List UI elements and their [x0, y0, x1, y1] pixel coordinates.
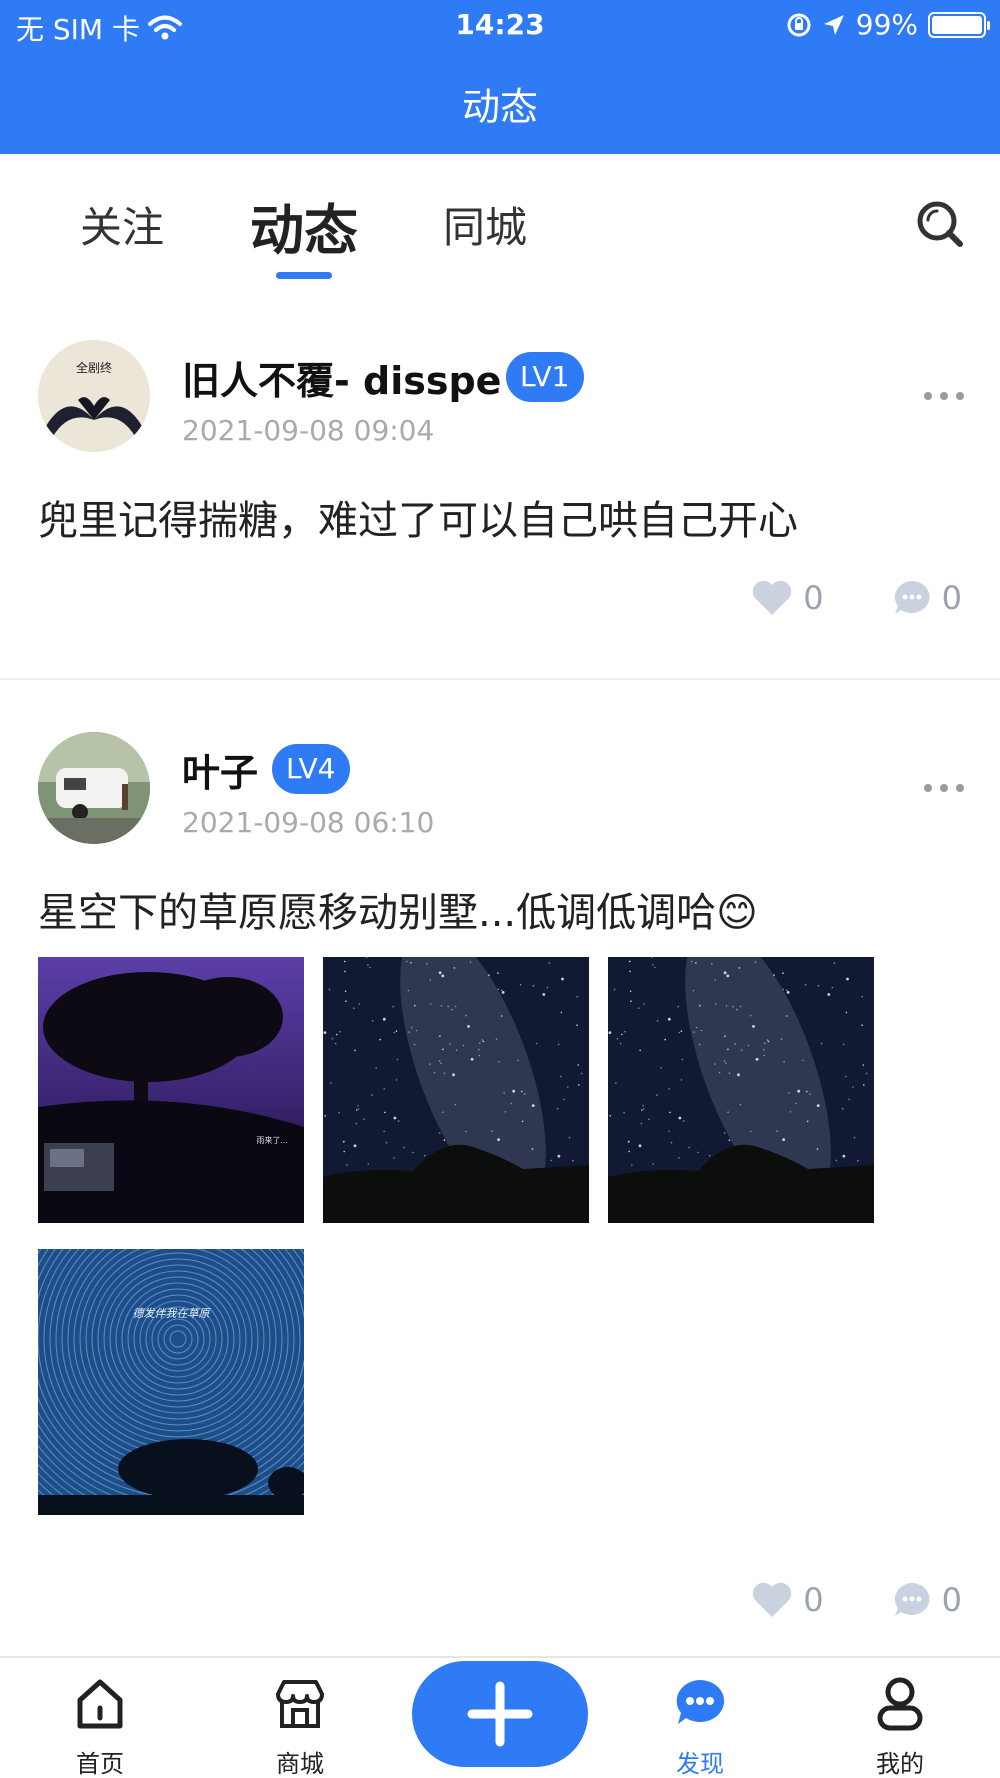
search-icon[interactable] — [914, 198, 966, 250]
post-divider — [0, 678, 1000, 680]
tab-same-city[interactable]: 同城 — [443, 194, 527, 255]
avatar-hands-image: 全剧终 — [38, 340, 150, 452]
location-arrow-icon — [823, 14, 844, 35]
post-content: 星空下的草原愿移动别墅...低调低调哈😊 — [38, 890, 758, 936]
nav-home-label: 首页 — [76, 1750, 124, 1778]
post-time: 2021-09-08 06:10 — [182, 806, 435, 839]
post-image[interactable] — [323, 957, 589, 1223]
more-options-icon[interactable] — [924, 784, 964, 794]
like-count: 0 — [803, 1581, 824, 1619]
star-trails-photo: 德发伴我在草原 — [38, 1249, 304, 1515]
like-count: 0 — [803, 579, 824, 617]
post-image[interactable]: 德发伴我在草原 — [38, 1249, 304, 1515]
rotation-lock-icon — [787, 13, 811, 36]
post-actions: 0 0 — [751, 576, 962, 620]
heart-icon — [753, 1582, 792, 1617]
heart-icon — [753, 580, 792, 615]
like-button[interactable]: 0 — [751, 1581, 824, 1619]
comment-bubble-icon — [894, 1583, 930, 1616]
active-tab-indicator — [276, 272, 332, 279]
avatar[interactable]: 全剧终 — [38, 340, 150, 452]
like-button[interactable]: 0 — [751, 579, 824, 617]
nav-discover[interactable]: 发现 — [640, 1674, 760, 1778]
nav-store-label: 商城 — [276, 1750, 324, 1778]
comment-button[interactable]: 0 — [892, 579, 962, 617]
post-image[interactable] — [608, 957, 874, 1223]
post-image[interactable]: 雨来了... — [38, 957, 304, 1223]
milky-way-photo — [608, 957, 874, 1223]
page-title: 动态 — [461, 85, 538, 129]
chat-bubble-icon — [676, 1679, 725, 1724]
comment-count: 0 — [941, 1581, 962, 1619]
avatar-caravan-image — [38, 732, 150, 844]
post-actions: 0 0 — [751, 1578, 962, 1622]
night-tree-photo: 雨来了... — [38, 957, 304, 1223]
avatar-text: 全剧终 — [76, 360, 112, 375]
publish-button[interactable] — [412, 1661, 588, 1767]
bottom-nav: 首页 商城 发现 我的 — [0, 1656, 1000, 1778]
image-caption: 德发伴我在草原 — [133, 1307, 212, 1320]
comment-button[interactable]: 0 — [892, 1581, 962, 1619]
nav-store[interactable]: 商城 — [240, 1674, 360, 1778]
level-badge: LV1 — [506, 352, 584, 402]
nav-discover-label: 发现 — [676, 1750, 724, 1778]
comment-bubble-icon — [894, 581, 930, 614]
milky-way-photo — [323, 957, 589, 1223]
feed-tabs: 关注 动态 同城 — [0, 154, 1000, 284]
avatar[interactable] — [38, 732, 150, 844]
post-time: 2021-09-08 09:04 — [182, 414, 435, 447]
home-icon — [77, 1679, 123, 1729]
status-bar: 无 SIM 卡 14:23 99% — [0, 0, 1000, 50]
comment-count: 0 — [941, 579, 962, 617]
nav-mine-label: 我的 — [876, 1750, 924, 1778]
post-content: 兜里记得揣糖，难过了可以自己哄自己开心 — [38, 498, 798, 544]
nav-mine[interactable]: 我的 — [840, 1674, 960, 1778]
nav-home[interactable]: 首页 — [40, 1674, 160, 1778]
level-badge: LV4 — [272, 744, 350, 794]
tab-moments[interactable]: 动态 — [250, 186, 358, 265]
tab-follow[interactable]: 关注 — [80, 194, 164, 255]
store-icon — [276, 1680, 324, 1728]
more-options-icon[interactable] — [924, 392, 964, 402]
image-caption: 雨来了... — [256, 1136, 288, 1145]
top-bar: 无 SIM 卡 14:23 99% 动态 — [0, 0, 1000, 154]
battery-percent: 99% — [855, 8, 918, 41]
user-icon — [877, 1677, 923, 1731]
username[interactable]: 旧人不覆- disspe — [182, 350, 501, 405]
battery-icon — [928, 11, 990, 38]
plus-icon — [467, 1681, 533, 1747]
username[interactable]: 叶子 — [182, 742, 258, 797]
